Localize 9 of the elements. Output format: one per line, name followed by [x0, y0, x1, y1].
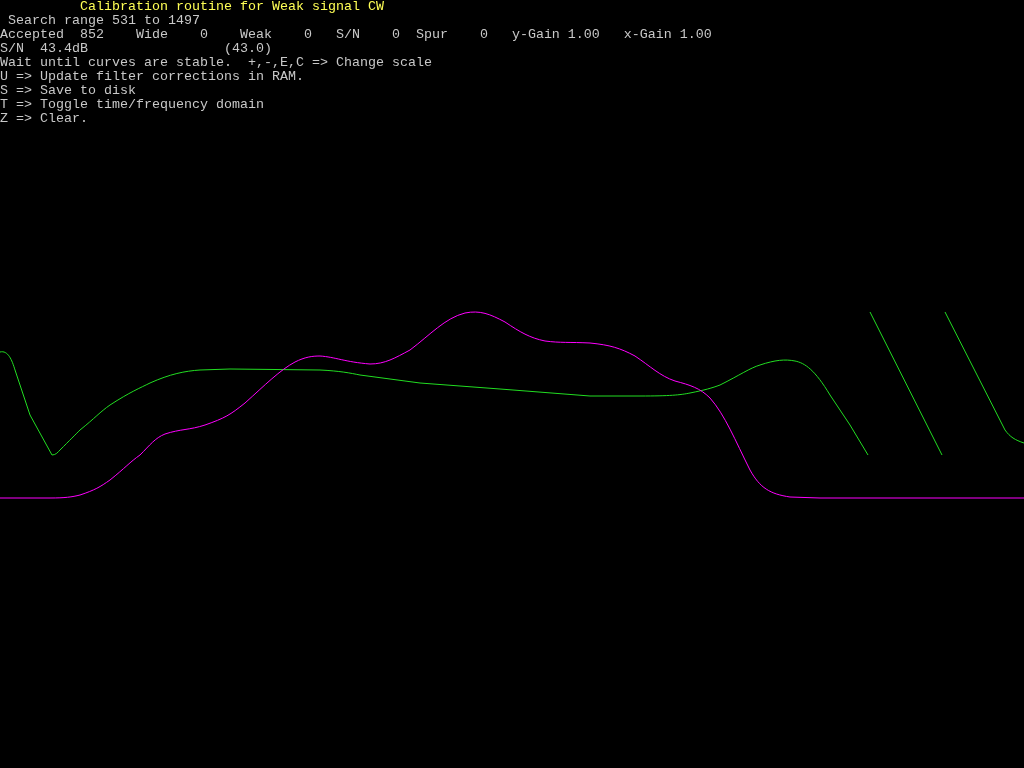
console-line: Wait until curves are stable. +,-,E,C => Change scale	[0, 56, 432, 70]
console-line: Accepted 852 Wide 0 Weak 0 S/N 0 Spur 0 y-Gain 1.00 x-Gain 1.00	[0, 28, 712, 42]
console-line: S/N 43.4dB (43.0)	[0, 42, 272, 56]
console-line: Search range 531 to 1497	[7, 14, 200, 28]
console-line: U => Update filter corrections in RAM.	[0, 70, 304, 84]
console-line: T => Toggle time/frequency domain	[0, 98, 264, 112]
console-line: S => Save to disk	[0, 84, 136, 98]
console-line: Z => Clear.	[0, 112, 88, 126]
screen-title: Calibration routine for Weak signal CW	[79, 0, 384, 14]
